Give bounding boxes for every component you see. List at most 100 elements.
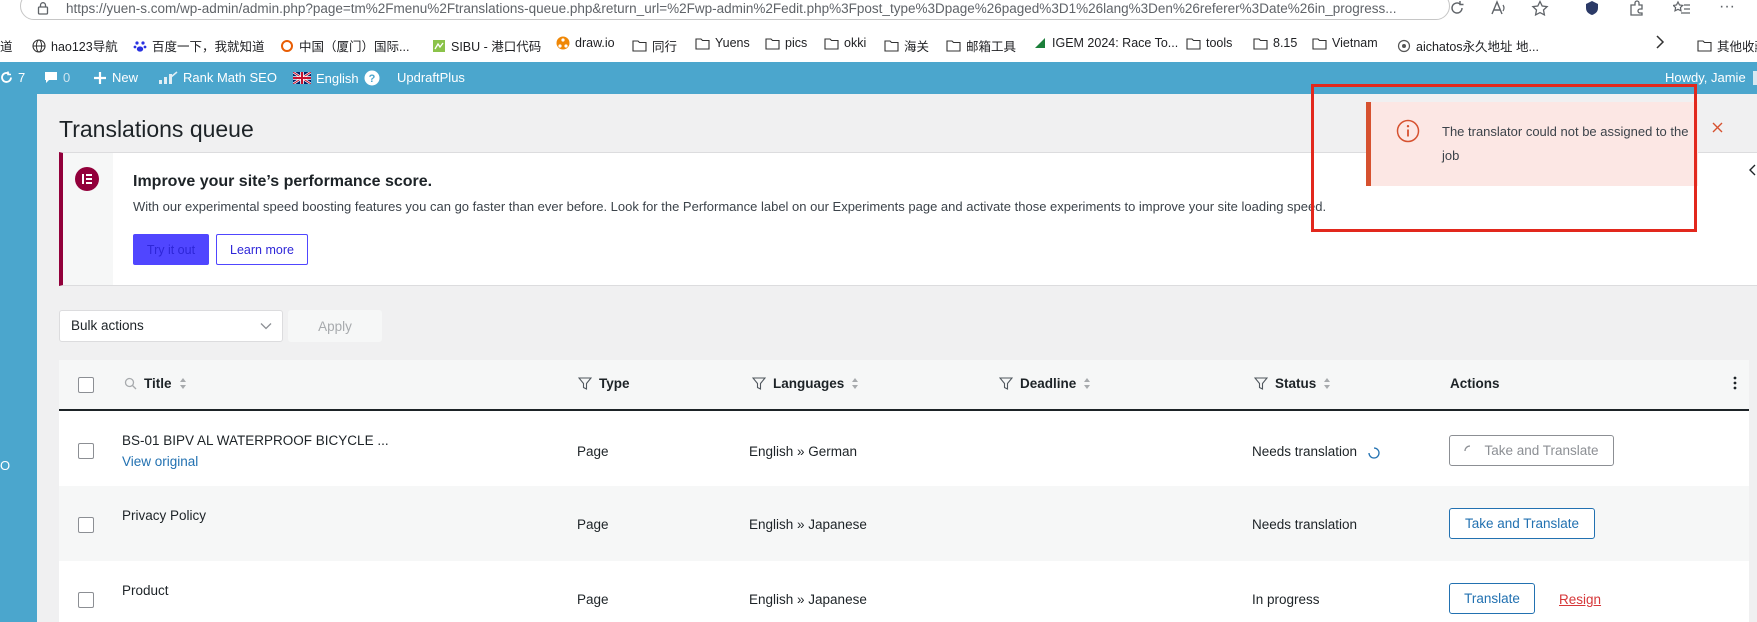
bookmark-item-other-favorites[interactable]: 其他收藏 bbox=[1697, 36, 1757, 55]
sidebar-menu-label[interactable]: O bbox=[0, 458, 10, 473]
bookmark-item[interactable]: okki bbox=[824, 36, 866, 50]
lock-icon[interactable] bbox=[36, 1, 50, 15]
folder-icon bbox=[824, 37, 839, 50]
row-title: Privacy Policy bbox=[122, 508, 207, 523]
help-circle-icon: ? bbox=[364, 70, 380, 86]
extensions-puzzle-icon[interactable] bbox=[1628, 0, 1646, 16]
more-menu-icon[interactable]: ··· bbox=[1719, 0, 1735, 16]
bookmark-item[interactable]: 同行 bbox=[632, 36, 677, 55]
row-checkbox[interactable] bbox=[78, 592, 94, 608]
table-row: Product Page English » Japanese In progr… bbox=[59, 561, 1749, 622]
annotation-highlight-box bbox=[1311, 84, 1697, 232]
sort-icon bbox=[1324, 378, 1331, 389]
take-and-translate-button[interactable]: Take and Translate bbox=[1449, 508, 1595, 539]
row-languages: English » Japanese bbox=[749, 592, 867, 607]
column-type[interactable]: Type bbox=[578, 376, 630, 391]
read-aloud-icon[interactable] bbox=[1490, 0, 1508, 16]
take-and-translate-button[interactable]: Take and Translate bbox=[1449, 435, 1614, 466]
column-options-kebab-icon[interactable] bbox=[1733, 376, 1737, 390]
rank-math-icon bbox=[159, 70, 178, 84]
column-status[interactable]: Status bbox=[1254, 376, 1331, 391]
folder-icon bbox=[632, 40, 647, 52]
collapse-chevron-icon[interactable] bbox=[1748, 164, 1756, 176]
bulk-actions-select[interactable]: Bulk actions bbox=[59, 310, 283, 342]
notice-description: With our experimental speed boosting fea… bbox=[133, 199, 1327, 214]
comments-item[interactable]: 0 bbox=[44, 70, 70, 85]
row-type: Page bbox=[577, 517, 609, 532]
search-icon bbox=[124, 377, 137, 390]
new-content-item[interactable]: New bbox=[93, 70, 138, 85]
favorites-list-icon[interactable] bbox=[1673, 0, 1691, 16]
bookmark-item[interactable]: draw.io bbox=[556, 36, 615, 50]
bookmark-item[interactable]: tools bbox=[1186, 36, 1232, 50]
row-status: In progress bbox=[1252, 592, 1320, 607]
learn-more-button[interactable]: Learn more bbox=[216, 234, 308, 265]
bookmark-item[interactable]: 8.15 bbox=[1253, 36, 1297, 50]
extension-shield-icon[interactable] bbox=[1584, 0, 1600, 16]
select-all-checkbox[interactable] bbox=[78, 377, 94, 393]
column-deadline[interactable]: Deadline bbox=[999, 376, 1091, 391]
filter-icon bbox=[578, 377, 592, 390]
filter-icon bbox=[999, 377, 1013, 390]
bookmark-item[interactable]: 邮箱工具 bbox=[946, 36, 1016, 55]
bookmark-item[interactable]: Vietnam bbox=[1312, 36, 1378, 50]
svg-text:?: ? bbox=[368, 73, 375, 85]
baidu-icon bbox=[133, 40, 147, 52]
elementor-logo-icon bbox=[75, 167, 99, 191]
favorite-star-icon[interactable] bbox=[1531, 0, 1549, 16]
translate-button[interactable]: Translate bbox=[1449, 583, 1535, 614]
filter-icon bbox=[1254, 377, 1268, 390]
bookmark-item[interactable]: 海关 bbox=[884, 36, 929, 55]
column-languages[interactable]: Languages bbox=[752, 376, 859, 391]
bookmark-item[interactable]: Yuens bbox=[695, 36, 750, 50]
row-checkbox[interactable] bbox=[78, 443, 94, 459]
bookmark-item[interactable]: aichatos永久地址 地... bbox=[1397, 36, 1539, 55]
howdy-account[interactable]: Howdy, Jamie bbox=[1665, 70, 1757, 85]
translations-table: Title Type Languages Deadline Status Act… bbox=[59, 360, 1749, 622]
bookmark-item[interactable]: SIBU - 港口代码 bbox=[432, 36, 541, 55]
rank-math-item[interactable]: Rank Math SEO bbox=[158, 70, 277, 85]
folder-icon bbox=[1312, 37, 1327, 50]
row-title: BS-01 BIPV AL WATERPROOF BICYCLE ... bbox=[122, 433, 389, 448]
close-icon[interactable] bbox=[1712, 122, 1723, 133]
plus-icon bbox=[94, 71, 106, 84]
apply-button[interactable]: Apply bbox=[288, 310, 382, 342]
row-languages: English » German bbox=[749, 444, 858, 459]
bookmark-item[interactable]: 道 bbox=[0, 36, 13, 55]
site-favicon-icon bbox=[1035, 38, 1045, 48]
row-status: Needs translation bbox=[1252, 517, 1358, 532]
language-switcher[interactable]: English ? bbox=[293, 70, 380, 86]
page-title: Translations queue bbox=[59, 116, 254, 142]
column-title[interactable]: Title bbox=[124, 376, 187, 391]
updates-item[interactable]: 7 bbox=[0, 70, 25, 85]
folder-icon bbox=[695, 37, 710, 50]
bookmark-item[interactable]: hao123导航 bbox=[32, 36, 118, 55]
resign-link[interactable]: Resign bbox=[1559, 592, 1601, 607]
folder-icon bbox=[1253, 37, 1268, 50]
chevron-down-icon bbox=[260, 323, 272, 330]
table-header: Title Type Languages Deadline Status Act… bbox=[59, 360, 1749, 411]
filter-icon bbox=[752, 377, 766, 390]
site-favicon-icon bbox=[433, 39, 445, 52]
admin-sidebar: O bbox=[0, 94, 37, 622]
bookmark-item[interactable]: 百度一下，我就知道 bbox=[133, 36, 265, 55]
row-type: Page bbox=[577, 592, 609, 607]
url-text[interactable]: https://yuen-s.com/wp-admin/admin.php?pa… bbox=[66, 1, 1431, 16]
bookmark-item[interactable]: pics bbox=[765, 36, 807, 50]
view-original-link[interactable]: View original bbox=[122, 454, 198, 469]
sort-icon bbox=[179, 378, 186, 389]
comment-bubble-icon bbox=[45, 72, 57, 83]
row-checkbox[interactable] bbox=[78, 517, 94, 533]
bookmark-item[interactable]: IGEM 2024: Race To... bbox=[1033, 36, 1178, 50]
loading-spinner-icon bbox=[1368, 447, 1380, 459]
folder-icon bbox=[946, 40, 961, 52]
table-row: BS-01 BIPV AL WATERPROOF BICYCLE ... Vie… bbox=[59, 411, 1749, 486]
column-actions: Actions bbox=[1450, 376, 1500, 391]
try-it-out-button[interactable]: Try it out bbox=[133, 234, 209, 265]
bookmark-item[interactable]: 中国（厦门）国际... bbox=[280, 36, 409, 55]
notice-icon-column bbox=[63, 153, 113, 285]
refresh-icon[interactable] bbox=[1448, 0, 1466, 16]
bookmarks-overflow-chevron-icon[interactable] bbox=[1655, 35, 1665, 49]
updraftplus-item[interactable]: UpdraftPlus bbox=[397, 70, 465, 85]
sort-icon bbox=[1084, 378, 1091, 389]
